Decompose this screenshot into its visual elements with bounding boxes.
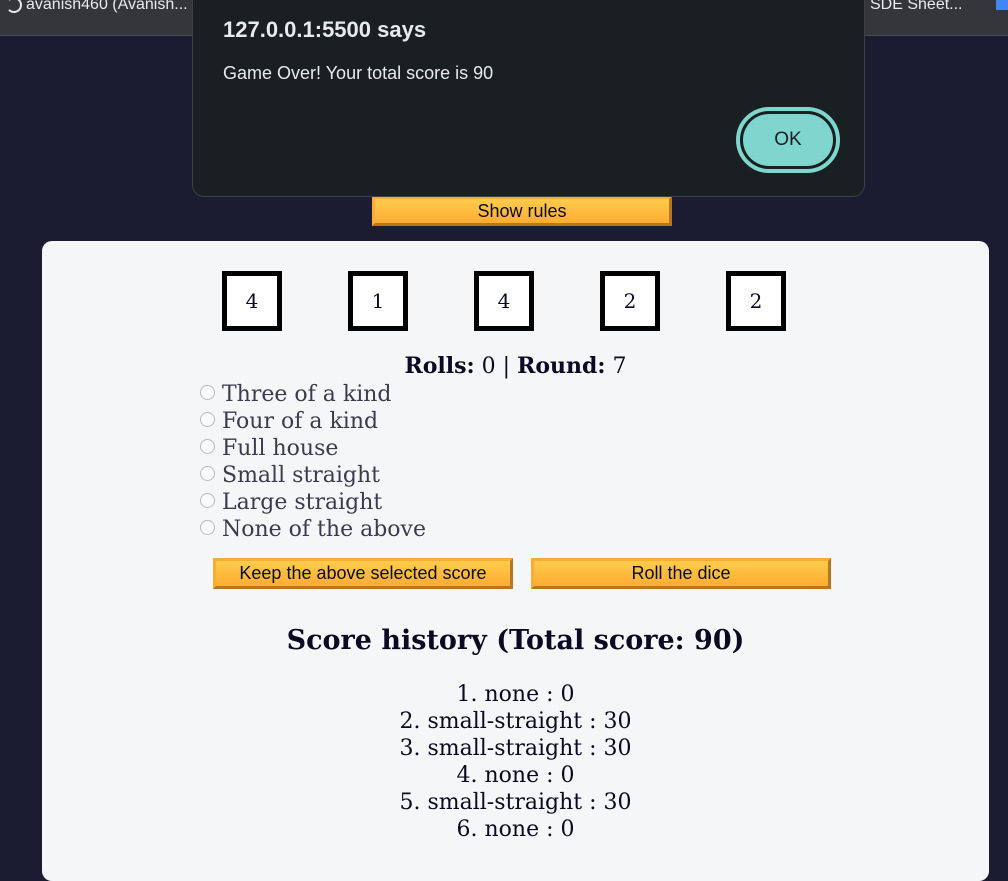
option-full-house[interactable]: Full house xyxy=(200,435,426,462)
radio-button[interactable] xyxy=(200,439,215,454)
radio-button[interactable] xyxy=(200,385,215,400)
history-item: 2. small-straight : 30 xyxy=(399,709,632,734)
show-rules-button[interactable]: Show rules xyxy=(372,196,672,226)
radio-button[interactable] xyxy=(200,466,215,481)
radio-button[interactable] xyxy=(200,520,215,535)
ok-button-label[interactable]: OK xyxy=(743,114,833,166)
game-panel: 4 1 4 2 2 Rolls: 0 | Round: 7 Three of a… xyxy=(42,241,989,881)
history-item: 6. none : 0 xyxy=(456,817,575,842)
history-item: 1. none : 0 xyxy=(456,682,575,707)
option-label: Three of a kind xyxy=(222,382,392,407)
rolls-value: 0 xyxy=(481,354,496,379)
rolls-label: Rolls: xyxy=(404,353,475,379)
bookmark-sde-sheet[interactable]: SDE Sheet... xyxy=(870,0,963,14)
bookmark-github-label: avanish460 (Avanish... xyxy=(26,0,188,13)
radio-button[interactable] xyxy=(200,493,215,508)
option-label: Small straight xyxy=(222,463,381,488)
option-four-of-a-kind[interactable]: Four of a kind xyxy=(200,408,426,435)
option-label: Large straight xyxy=(222,490,383,515)
option-small-straight[interactable]: Small straight xyxy=(200,462,426,489)
status-separator: | xyxy=(502,354,511,379)
option-label: Full house xyxy=(222,436,339,461)
option-label: None of the above xyxy=(222,517,426,542)
radio-button[interactable] xyxy=(200,412,215,427)
round-label: Round: xyxy=(517,353,606,379)
history-item: 5. small-straight : 30 xyxy=(399,790,632,815)
option-large-straight[interactable]: Large straight xyxy=(200,489,426,516)
die-1: 4 xyxy=(222,271,282,331)
round-value: 7 xyxy=(612,354,627,379)
score-options: Three of a kind Four of a kind Full hous… xyxy=(200,381,426,543)
alert-dialog: 127.0.0.1:5500 says Game Over! Your tota… xyxy=(192,0,865,197)
alert-message: Game Over! Your total score is 90 xyxy=(223,63,494,83)
die-5: 2 xyxy=(726,271,786,331)
bookmark-github[interactable]: avanish460 (Avanish... xyxy=(6,0,188,14)
bookmark-icon[interactable] xyxy=(996,0,1008,10)
rolls-round-status: Rolls: 0 | Round: 7 xyxy=(42,353,989,379)
history-item: 3. small-straight : 30 xyxy=(399,736,632,761)
roll-dice-button[interactable]: Roll the dice xyxy=(531,558,831,589)
history-item: 4. none : 0 xyxy=(456,763,575,788)
alert-title: 127.0.0.1:5500 says xyxy=(223,17,427,42)
keep-score-button[interactable]: Keep the above selected score xyxy=(213,558,513,589)
option-none[interactable]: None of the above xyxy=(200,516,426,543)
die-4: 2 xyxy=(600,271,660,331)
die-3: 4 xyxy=(474,271,534,331)
ok-button[interactable]: OK xyxy=(736,107,840,173)
score-history-list: 1. none : 0 2. small-straight : 30 3. sm… xyxy=(42,681,989,843)
github-icon xyxy=(6,0,22,13)
die-2: 1 xyxy=(348,271,408,331)
option-three-of-a-kind[interactable]: Three of a kind xyxy=(200,381,426,408)
score-history-title: Score history (Total score: 90) xyxy=(286,625,745,656)
option-label: Four of a kind xyxy=(222,409,379,434)
